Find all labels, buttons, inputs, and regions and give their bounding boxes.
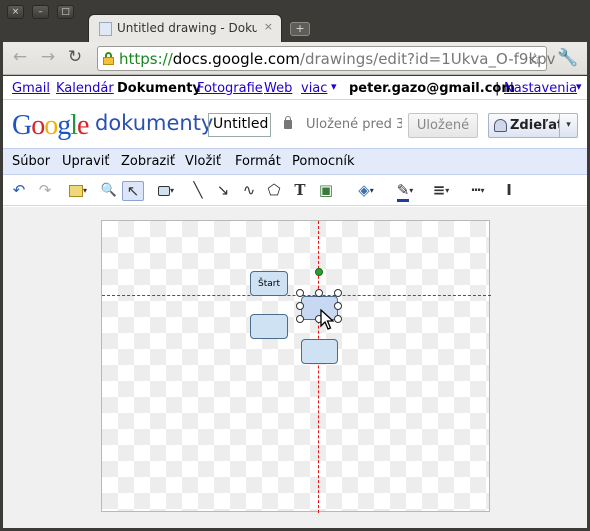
resize-handle-e[interactable] [334, 302, 342, 310]
shape-2[interactable] [250, 314, 288, 339]
gbar-separator: | [495, 81, 500, 96]
curve-tool-icon[interactable]: ∿ [238, 181, 260, 201]
more-caret-icon[interactable]: ▾ [331, 80, 337, 93]
menu-insert[interactable]: Vložiť [185, 154, 221, 169]
browser-tab[interactable]: Untitled drawing - Dokumenty Google × [88, 14, 282, 42]
shape-tool-icon[interactable]: ▾ [149, 181, 183, 201]
shape-4[interactable] [301, 339, 338, 364]
menu-edit[interactable]: Upraviť [62, 154, 109, 169]
line-tool-icon[interactable]: ╲ [187, 181, 209, 201]
drawing-favicon-icon [99, 22, 112, 36]
window-maximize-button[interactable]: □ [57, 5, 74, 19]
mouse-pointer-icon [320, 309, 334, 330]
window-minimize-button[interactable]: – [32, 5, 49, 19]
docs-header: Google dokumenty Untitled drawing Uložen… [3, 101, 587, 147]
select-tool-icon[interactable]: ↖ [122, 181, 144, 201]
product-name: dokumenty [95, 111, 214, 135]
address-bar[interactable]: https://docs.google.com/drawings/edit?id… [97, 46, 556, 71]
arrow-tool-icon[interactable]: ↘ [212, 181, 234, 201]
gbar-link-gmail[interactable]: Gmail [12, 81, 50, 96]
gbar-link-more[interactable]: viac [301, 81, 327, 96]
browser-window: × – □ Untitled drawing - Dokumenty Googl… [0, 0, 590, 531]
tab-close-icon[interactable]: × [264, 20, 273, 33]
menu-view[interactable]: Zobraziť [121, 154, 175, 169]
resize-handle-sw[interactable] [296, 315, 304, 323]
new-tab-button[interactable]: + [290, 22, 310, 36]
drawing-toolbar: ↶ ↷ ▾ 🔍 ↖ ▾ ╲ ↘ ∿ ⬠ T ▣ ◈▾ ✎▾ ≡▾ ┅▾ I [3, 176, 587, 206]
settings-caret-icon[interactable]: ▾ [576, 80, 582, 93]
zoom-icon[interactable]: 🔍 [98, 181, 120, 201]
gbar-link-photos[interactable]: Fotografie [197, 81, 263, 96]
tab-title: Untitled drawing - Dokumenty Google [117, 21, 257, 35]
start-shape[interactable]: Štart [250, 271, 288, 296]
private-lock-icon [284, 116, 292, 129]
menu-file[interactable]: Súbor [12, 154, 50, 169]
google-bar: Gmail Kalendár Dokumenty Fotografie Web … [3, 76, 587, 100]
resize-handle-se[interactable] [334, 315, 342, 323]
polyline-tool-icon[interactable]: ⬠ [263, 181, 285, 201]
vertical-guide [318, 221, 319, 513]
line-dash-icon[interactable]: ┅▾ [461, 181, 495, 201]
url-text: https://docs.google.com/drawings/edit?id… [119, 50, 556, 68]
image-tool-icon[interactable]: ▣ [315, 181, 337, 201]
back-icon[interactable]: ← [10, 48, 30, 68]
resize-handle-w[interactable] [296, 302, 304, 310]
line-weight-icon[interactable]: ≡▾ [424, 181, 458, 201]
fill-color-icon[interactable]: ◈▾ [349, 181, 383, 201]
save-status: Uložené pred 3 minútami [306, 117, 402, 132]
bookmark-star-icon[interactable]: ☆ [528, 49, 542, 68]
browser-toolbar: ← → ↻ https://docs.google.com/drawings/e… [3, 42, 587, 75]
gbar-link-calendar[interactable]: Kalendár [56, 81, 114, 96]
gbar-link-settings[interactable]: Nastavenia [504, 81, 577, 96]
paint-format-icon[interactable]: ▾ [61, 181, 95, 201]
resize-handle-ne[interactable] [334, 289, 342, 297]
gbar-current-docs: Dokumenty [117, 81, 201, 96]
menu-format[interactable]: Formát [235, 154, 281, 169]
saved-button[interactable]: Uložené [408, 113, 478, 138]
share-button[interactable]: Zdieľať [488, 113, 563, 138]
text-cursor-icon: I [506, 181, 512, 199]
page: Gmail Kalendár Dokumenty Fotografie Web … [3, 76, 587, 528]
document-title-field[interactable]: Untitled drawing [208, 113, 271, 137]
forward-icon[interactable]: → [38, 48, 58, 68]
google-logo[interactable]: Google [12, 110, 89, 142]
window-close-button[interactable]: × [7, 5, 24, 19]
menu-bar: Súbor Upraviť Zobraziť Vložiť Formát Pom… [3, 148, 587, 175]
share-dropdown-button[interactable]: ▾ [559, 113, 578, 138]
wrench-menu-icon[interactable]: 🔧 [557, 48, 578, 68]
line-color-icon[interactable]: ✎▾ [388, 181, 422, 202]
resize-handle-nw[interactable] [296, 289, 304, 297]
gbar-link-web[interactable]: Web [264, 81, 292, 96]
user-email: peter.gazo@gmail.com [349, 81, 515, 96]
reload-icon[interactable]: ↻ [65, 48, 85, 68]
menu-help[interactable]: Pomocník [292, 154, 354, 169]
share-person-icon [494, 119, 507, 132]
textbox-tool-icon[interactable]: T [289, 181, 311, 201]
redo-icon[interactable]: ↷ [34, 181, 56, 201]
undo-icon[interactable]: ↶ [8, 181, 30, 201]
resize-handle-n[interactable] [315, 289, 323, 297]
drawing-canvas[interactable]: Štart [101, 220, 491, 513]
ssl-lock-icon [103, 52, 114, 65]
rotate-handle[interactable] [315, 268, 323, 276]
